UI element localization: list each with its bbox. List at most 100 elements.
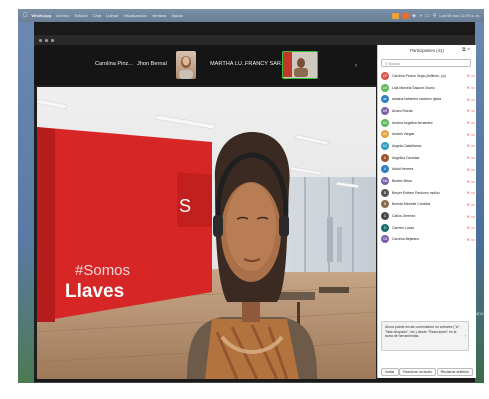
muted-mic-icon: ✕ <box>466 108 470 114</box>
menu-item[interactable]: Llamar <box>106 13 118 18</box>
search-placeholder: Buscar <box>388 62 400 66</box>
search-icon[interactable]: ⚲ <box>433 13 437 19</box>
menu-app-name[interactable]: WhatsApp <box>32 13 52 18</box>
participant-row[interactable]: BM Beatriz Mesa ✕ ▭ <box>378 175 476 187</box>
participant-photo-thumb[interactable] <box>176 51 196 79</box>
video-off-icon: ▭ <box>471 120 475 126</box>
participant-row[interactable]: AR Alvaro Rueda ✕ ▭ <box>378 105 476 117</box>
participant-name: Breyer Estiven Pardomo muñoz <box>392 190 440 195</box>
zoom-status-icon[interactable] <box>392 12 400 19</box>
panel-footer-buttons: Invitar Reactivar mi audio Reclamar anfi… <box>381 368 473 376</box>
menu-item[interactable]: Ayuda <box>171 13 182 18</box>
participant-tile-name[interactable]: FRANCY SAR... <box>245 61 286 67</box>
desktop-wallpaper-right: ADOS <box>475 22 486 383</box>
muted-mic-icon: ✕ <box>466 96 470 102</box>
chevron-right-icon[interactable]: › <box>355 63 357 69</box>
video-off-icon: ▭ <box>471 108 475 114</box>
close-tip-icon[interactable]: › <box>465 333 466 339</box>
avatar: A <box>381 153 389 162</box>
popout-icon[interactable]: ⧉ <box>462 47 466 53</box>
muted-mic-icon: ✕ <box>466 143 470 149</box>
participant-tile-name[interactable]: Jhon Bernal <box>137 61 167 67</box>
muted-mic-icon: ✕ <box>466 190 470 196</box>
participant-thumbnail-strip: Carolina Pinz... Jhon Bernal MARTHA LU..… <box>34 45 377 85</box>
participant-row[interactable]: AC Angela Castellanos ✕ ▭ <box>378 140 476 152</box>
video-off-icon: ▭ <box>471 96 475 102</box>
muted-mic-icon: ✕ <box>466 120 470 126</box>
participant-row[interactable]: CB Carolina Bejarano ✕ ▭ <box>378 234 476 246</box>
menu-item[interactable]: Edición <box>75 13 88 18</box>
wall-brand-text: Llaves <box>65 281 124 302</box>
muted-mic-icon: ✕ <box>466 166 470 172</box>
menu-item[interactable]: Ventana <box>152 13 167 18</box>
share-status-icon[interactable] <box>402 12 410 19</box>
participant-tile-name[interactable]: MARTHA LU... <box>210 61 247 67</box>
muted-mic-icon: ✕ <box>466 131 470 137</box>
participant-name: Andrea Angelica fernandez <box>392 120 433 125</box>
participant-row[interactable]: AV Andres Vargas ✕ ▭ <box>378 128 476 140</box>
muted-mic-icon: ✕ <box>466 73 470 79</box>
menu-item[interactable]: Archivo <box>56 13 69 18</box>
minimize-button[interactable] <box>45 39 48 42</box>
apple-icon[interactable]:  <box>23 13 28 19</box>
wifi-icon[interactable]: ◑ <box>419 13 422 19</box>
wall-logo: S <box>179 196 191 216</box>
participant-name: Alvaro Rueda <box>392 108 413 113</box>
video-off-icon: ▭ <box>471 166 475 172</box>
menu-item[interactable]: Visualización <box>123 13 146 18</box>
avatar: B <box>381 200 389 209</box>
close-button[interactable] <box>39 39 42 42</box>
participant-name: Carolina Bejarano <box>392 237 420 242</box>
muted-mic-icon: ✕ <box>466 201 470 207</box>
participant-name: adriana katherine sanchez ojeda <box>392 97 442 102</box>
avatar: B <box>381 188 389 197</box>
avatar: LM <box>381 83 389 92</box>
participant-row[interactable]: B Brenda Michelle Córdoba ✕ ▭ <box>378 199 476 211</box>
desktop-wallpaper-left <box>18 22 34 383</box>
claim-host-button[interactable]: Reclamar anfitrión <box>436 368 473 376</box>
maximize-button[interactable] <box>51 39 54 42</box>
participant-name: Carlos Jiménez <box>392 214 416 219</box>
participant-row[interactable]: A Astrid Herrera ✕ ▭ <box>378 164 476 176</box>
video-off-icon: ▭ <box>471 213 475 219</box>
participant-row[interactable]: A Angelica Cavadas ✕ ▭ <box>378 152 476 164</box>
avatar: ak <box>381 95 389 104</box>
participant-row[interactable]: C Carmen Lucas ✕ ▭ <box>378 222 476 234</box>
avatar: AC <box>381 141 389 150</box>
participant-search-input[interactable]: ⚲ Buscar <box>381 59 471 67</box>
participant-row[interactable]: ak adriana katherine sanchez ojeda ✕ ▭ <box>378 93 476 105</box>
avatar: AV <box>381 130 389 139</box>
speaker-video-scene: S #Somos Llaves <box>37 87 376 379</box>
avatar: CP <box>381 71 389 80</box>
participant-row[interactable]: B Breyer Estiven Pardomo muñoz ✕ ▭ <box>378 187 476 199</box>
close-icon[interactable]: × <box>467 47 470 53</box>
participant-row[interactable]: CP Carolina Pinzón Vega (Anfitrión, yo) ✕ ▭ <box>378 70 476 82</box>
desktop-file-label[interactable]: ADOS <box>476 312 486 316</box>
video-off-icon: ▭ <box>471 225 475 231</box>
participant-name: Angelica Cavadas <box>392 155 420 160</box>
zoom-meeting-window: Carolina Pinz... Jhon Bernal MARTHA LU..… <box>34 35 476 379</box>
muted-mic-icon: ✕ <box>466 225 470 231</box>
battery-icon[interactable]: ▭ <box>425 13 430 19</box>
video-off-icon: ▭ <box>471 236 475 242</box>
video-off-icon: ▭ <box>471 190 475 196</box>
mac-menubar:  WhatsApp Archivo Edición Chat Llamar V… <box>18 9 484 22</box>
participant-row[interactable]: LM Lida Marcela Salazar Osorio ✕ ▭ <box>378 82 476 94</box>
participant-row[interactable]: C Carlos Jiménez ✕ ▭ <box>378 210 476 222</box>
muted-mic-icon: ✕ <box>466 213 470 219</box>
avatar: AA <box>381 118 389 127</box>
avatar: CB <box>381 235 389 244</box>
active-speaker-thumb[interactable] <box>282 51 318 79</box>
participant-tile-name[interactable]: Carolina Pinz... <box>95 61 133 67</box>
bluetooth-icon[interactable]: ◈ <box>412 13 416 19</box>
main-speaker-video: S #Somos Llaves <box>37 87 376 379</box>
participant-row[interactable]: AA Andrea Angelica fernandez ✕ ▭ <box>378 117 476 129</box>
unmute-me-button[interactable]: Reactivar mi audio <box>399 368 437 376</box>
video-off-icon: ▭ <box>471 143 475 149</box>
video-off-icon: ▭ <box>471 155 475 161</box>
video-off-icon: ▭ <box>471 201 475 207</box>
menubar-clock[interactable]: Lun 06 nov 11:09 a. m. <box>439 13 480 18</box>
invite-button[interactable]: Invitar <box>381 368 399 376</box>
menu-item[interactable]: Chat <box>93 13 101 18</box>
window-titlebar <box>34 35 475 45</box>
